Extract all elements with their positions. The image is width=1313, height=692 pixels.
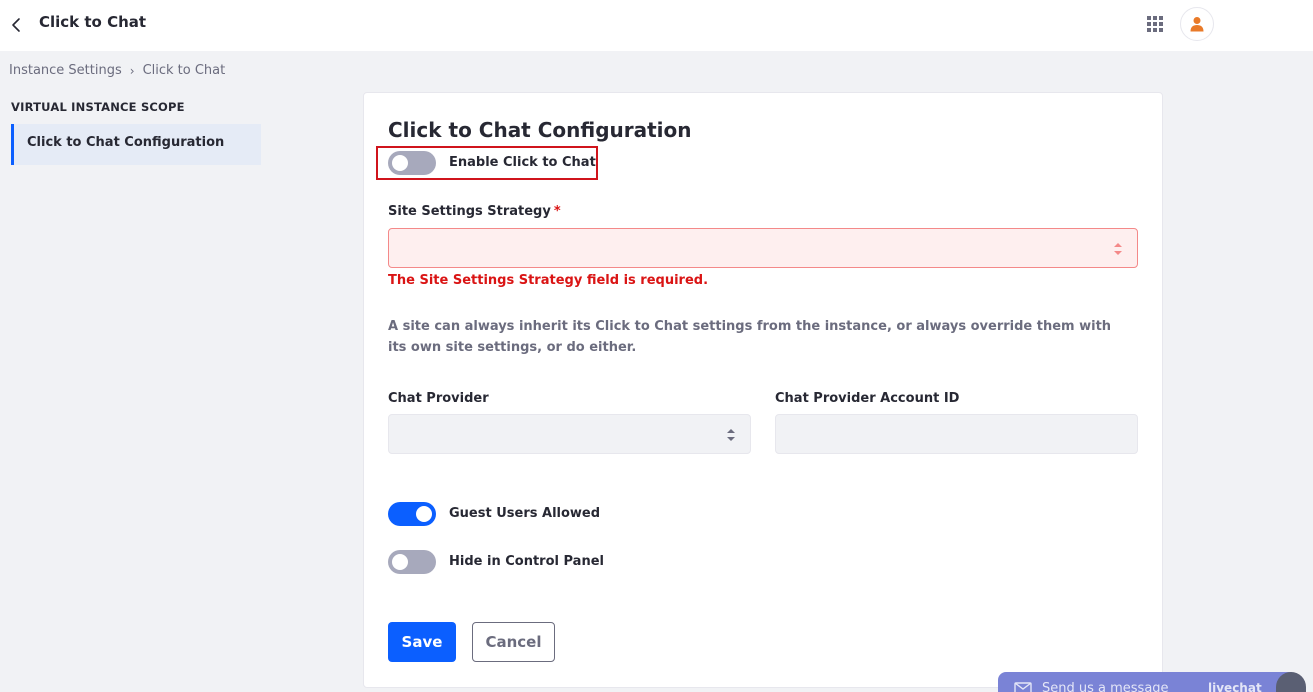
site-settings-help-text: A site can always inherit its Click to C…: [388, 319, 1112, 355]
hide-in-control-panel-toggle[interactable]: [388, 550, 436, 574]
chevron-right-icon: ›: [129, 63, 135, 78]
user-avatar[interactable]: [1180, 7, 1214, 41]
site-settings-strategy-label-text: Site Settings Strategy: [388, 204, 551, 219]
form-title: Click to Chat Configuration: [388, 118, 692, 142]
chat-provider-label: Chat Provider: [388, 391, 489, 406]
chat-provider-account-id-label: Chat Provider Account ID: [775, 391, 960, 406]
back-arrow-icon[interactable]: [8, 13, 24, 37]
guest-users-allowed-toggle[interactable]: [388, 502, 436, 526]
configuration-card: Click to Chat Configuration Enable Click…: [363, 92, 1163, 688]
site-settings-strategy-select[interactable]: [388, 228, 1138, 268]
breadcrumb: Instance Settings › Click to Chat: [9, 63, 225, 78]
save-button[interactable]: Save: [388, 622, 456, 662]
chat-widget-brand: livechat: [1208, 681, 1262, 692]
sidebar-heading: VIRTUAL INSTANCE SCOPE: [11, 100, 185, 114]
mail-icon: [1014, 682, 1032, 692]
breadcrumb-instance-settings[interactable]: Instance Settings: [9, 63, 122, 78]
top-bar: Click to Chat: [0, 0, 1313, 51]
select-caret-icon: [1114, 243, 1122, 255]
guest-users-allowed-label: Guest Users Allowed: [449, 506, 601, 521]
site-settings-strategy-label: Site Settings Strategy *: [388, 204, 561, 219]
breadcrumb-current: Click to Chat: [142, 63, 226, 78]
toggle-knob: [392, 554, 408, 570]
user-icon: [1190, 17, 1204, 32]
chat-minimize-tab[interactable]: [1276, 672, 1306, 692]
hide-in-control-panel-label: Hide in Control Panel: [449, 554, 604, 569]
site-settings-strategy-error: The Site Settings Strategy field is requ…: [388, 273, 709, 288]
sidebar-item-click-to-chat-configuration[interactable]: Click to Chat Configuration: [11, 124, 261, 165]
required-asterisk: *: [553, 204, 561, 219]
toggle-knob: [392, 155, 408, 171]
select-caret-icon: [727, 429, 735, 441]
cancel-button[interactable]: Cancel: [472, 622, 555, 662]
toggle-knob: [416, 506, 432, 522]
chat-widget[interactable]: Send us a message livechat: [998, 672, 1298, 692]
chat-provider-account-id-input[interactable]: [775, 414, 1138, 454]
chat-widget-message: Send us a message: [1042, 681, 1169, 692]
apps-grid-icon[interactable]: [1146, 15, 1164, 33]
page-title: Click to Chat: [39, 13, 147, 31]
chat-provider-select[interactable]: [388, 414, 751, 454]
enable-click-to-chat-label: Enable Click to Chat: [449, 155, 596, 170]
enable-click-to-chat-toggle[interactable]: [388, 151, 436, 175]
